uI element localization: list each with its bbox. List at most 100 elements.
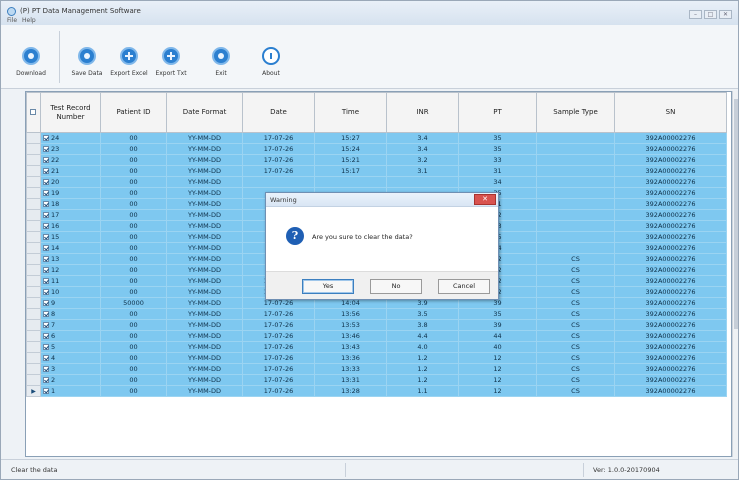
pt-cell[interactable]: 39 (458, 319, 537, 331)
record-number-cell[interactable]: 23 (40, 143, 101, 155)
sn-cell[interactable]: 392A00002276 (614, 209, 727, 221)
select-all-header[interactable] (26, 92, 41, 133)
row-selector[interactable] (26, 154, 41, 166)
row-selector[interactable] (26, 286, 41, 298)
table-row[interactable]: 23 00 YY-MM-DD 17-07-26 15:24 3.4 35 392A000022… (26, 143, 727, 155)
time-cell[interactable]: 13:33 (314, 363, 387, 375)
record-number-cell[interactable]: 22 (40, 154, 101, 166)
time-cell[interactable]: 13:43 (314, 341, 387, 353)
pt-cell[interactable]: 31 (458, 165, 537, 177)
exit-button[interactable]: Exit (193, 47, 249, 77)
date-cell[interactable]: 17-07-26 (242, 330, 315, 342)
row-selector[interactable] (26, 341, 41, 353)
date-cell[interactable]: 17-07-26 (242, 132, 315, 144)
record-number-cell[interactable]: 5 (40, 341, 101, 353)
pt-cell[interactable]: 12 (458, 385, 537, 397)
pt-cell[interactable]: 40 (458, 341, 537, 353)
sn-cell[interactable]: 392A00002276 (614, 187, 727, 199)
time-cell[interactable]: 13:36 (314, 352, 387, 364)
row-checkbox[interactable] (43, 222, 49, 229)
patient-id-cell[interactable]: 00 (100, 242, 167, 254)
row-selector[interactable] (26, 374, 41, 386)
pt-cell[interactable]: 35 (458, 143, 537, 155)
inr-cell[interactable]: 3.1 (386, 165, 459, 177)
record-number-cell[interactable]: 21 (40, 165, 101, 177)
inr-cell[interactable]: 1.2 (386, 374, 459, 386)
time-cell[interactable]: 13:56 (314, 308, 387, 320)
table-row[interactable]: 5 00 YY-MM-DD 17-07-26 13:43 4.0 40 CS 392A00002… (26, 341, 727, 353)
inr-cell[interactable]: 3.4 (386, 132, 459, 144)
table-row[interactable]: 4 00 YY-MM-DD 17-07-26 13:36 1.2 12 CS 392A00002… (26, 352, 727, 364)
date-format-cell[interactable]: YY-MM-DD (166, 132, 243, 144)
sample-type-cell[interactable] (536, 242, 615, 254)
record-number-cell[interactable]: 14 (40, 242, 101, 254)
vertical-scrollbar[interactable] (732, 91, 738, 457)
sn-cell[interactable]: 392A00002276 (614, 220, 727, 232)
date-format-cell[interactable]: YY-MM-DD (166, 385, 243, 397)
date-cell[interactable]: 17-07-26 (242, 308, 315, 320)
pt-cell[interactable]: 35 (458, 132, 537, 144)
sn-cell[interactable]: 392A00002276 (614, 198, 727, 210)
time-cell[interactable] (314, 176, 387, 188)
sample-type-cell[interactable]: CS (536, 308, 615, 320)
pt-cell[interactable]: 12 (458, 374, 537, 386)
inr-cell[interactable]: 3.8 (386, 319, 459, 331)
sample-type-cell[interactable]: CS (536, 253, 615, 265)
menu-file[interactable]: File (7, 17, 17, 24)
patient-id-cell[interactable]: 00 (100, 264, 167, 276)
date-format-cell[interactable]: YY-MM-DD (166, 308, 243, 320)
row-selector[interactable] (26, 176, 41, 188)
patient-id-cell[interactable]: 00 (100, 187, 167, 199)
time-cell[interactable]: 13:28 (314, 385, 387, 397)
record-number-cell[interactable]: 1 (40, 385, 101, 397)
row-selector[interactable] (26, 308, 41, 320)
sample-type-cell[interactable]: CS (536, 264, 615, 276)
table-row[interactable]: 8 00 YY-MM-DD 17-07-26 13:56 3.5 35 CS 392A00002… (26, 308, 727, 320)
row-selector[interactable] (26, 330, 41, 342)
date-format-cell[interactable]: YY-MM-DD (166, 242, 243, 254)
record-number-cell[interactable]: 13 (40, 253, 101, 265)
row-selector[interactable] (26, 275, 41, 287)
sample-type-cell[interactable] (536, 187, 615, 199)
sn-cell[interactable]: 392A00002276 (614, 275, 727, 287)
time-cell[interactable]: 15:21 (314, 154, 387, 166)
sn-cell[interactable]: 392A00002276 (614, 385, 727, 397)
sample-type-cell[interactable]: CS (536, 374, 615, 386)
date-format-cell[interactable]: YY-MM-DD (166, 165, 243, 177)
row-checkbox[interactable] (43, 387, 49, 394)
table-row[interactable]: 21 00 YY-MM-DD 17-07-26 15:17 3.1 31 392A000022… (26, 165, 727, 177)
sample-type-cell[interactable]: CS (536, 341, 615, 353)
patient-id-cell[interactable]: 00 (100, 209, 167, 221)
patient-id-cell[interactable]: 00 (100, 341, 167, 353)
date-cell[interactable]: 17-07-26 (242, 363, 315, 375)
about-button[interactable]: About (243, 47, 299, 77)
time-cell[interactable]: 15:24 (314, 143, 387, 155)
patient-id-cell[interactable]: 00 (100, 275, 167, 287)
row-checkbox[interactable] (43, 134, 49, 141)
cancel-button[interactable]: Cancel (438, 279, 490, 294)
sn-cell[interactable]: 392A00002276 (614, 286, 727, 298)
row-checkbox[interactable] (43, 343, 49, 350)
date-format-cell[interactable]: YY-MM-DD (166, 231, 243, 243)
row-selector[interactable] (26, 143, 41, 155)
menu-help[interactable]: Help (22, 17, 36, 24)
pt-cell[interactable]: 44 (458, 330, 537, 342)
date-format-cell[interactable]: YY-MM-DD (166, 352, 243, 364)
patient-id-cell[interactable]: 00 (100, 319, 167, 331)
patient-id-cell[interactable]: 00 (100, 176, 167, 188)
row-selector[interactable]: ▶ (26, 385, 41, 397)
sn-cell[interactable]: 392A00002276 (614, 165, 727, 177)
date-format-cell[interactable]: YY-MM-DD (166, 297, 243, 309)
date-cell[interactable]: 17-07-26 (242, 154, 315, 166)
sn-cell[interactable]: 392A00002276 (614, 132, 727, 144)
table-row[interactable]: 7 00 YY-MM-DD 17-07-26 13:53 3.8 39 CS 392A00002… (26, 319, 727, 331)
table-row[interactable]: 6 00 YY-MM-DD 17-07-26 13:46 4.4 44 CS 392A00002… (26, 330, 727, 342)
row-checkbox[interactable] (43, 211, 49, 218)
row-checkbox[interactable] (43, 145, 49, 152)
row-selector[interactable] (26, 220, 41, 232)
record-number-cell[interactable]: 19 (40, 187, 101, 199)
inr-cell[interactable]: 1.1 (386, 385, 459, 397)
row-checkbox[interactable] (43, 321, 49, 328)
patient-id-cell[interactable]: 00 (100, 154, 167, 166)
date-cell[interactable]: 17-07-26 (242, 352, 315, 364)
